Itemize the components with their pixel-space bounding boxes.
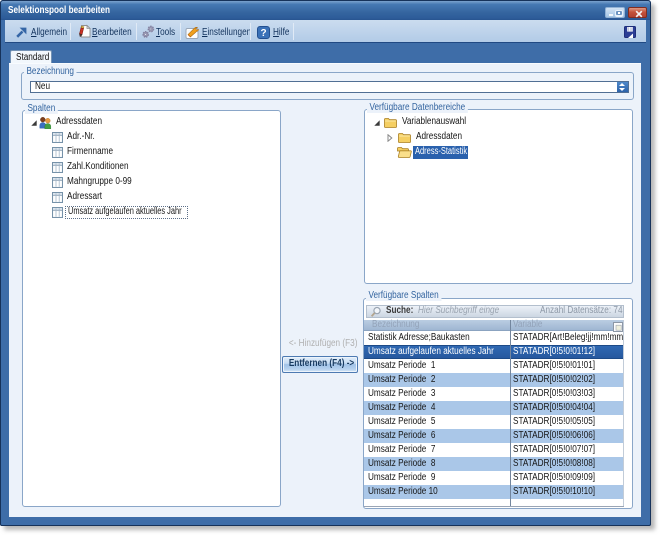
svg-text:?: ? bbox=[260, 28, 266, 39]
